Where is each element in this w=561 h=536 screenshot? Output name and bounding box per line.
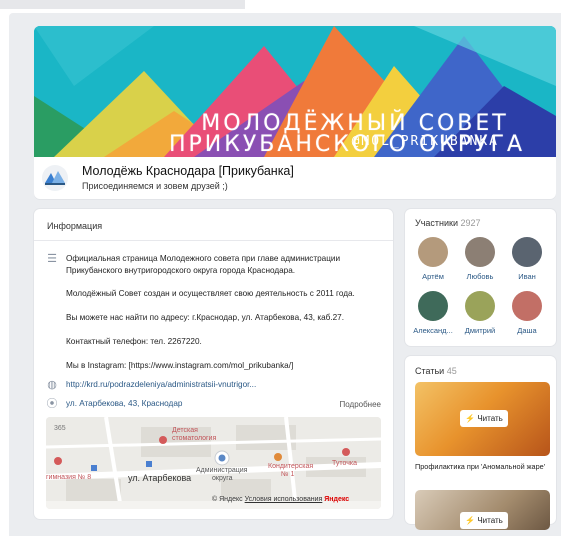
member-item[interactable]: Дмитрий <box>458 291 502 335</box>
members-card: Участники 2927 Артём Любовь Иван Алексан… <box>405 209 556 346</box>
read-button[interactable]: ⚡ Читать <box>460 410 508 427</box>
articles-title[interactable]: Статьи 45 <box>415 366 457 376</box>
members-label: Участники <box>415 218 458 228</box>
description-line: Контактный телефон: тел. 2267220. <box>66 337 202 346</box>
map-copyright: © Яндекс <box>212 496 243 503</box>
member-item[interactable]: Даша <box>505 291 549 335</box>
more-link[interactable]: Подробнее <box>340 400 382 409</box>
divider <box>34 240 393 241</box>
group-name[interactable]: Молодёжь Краснодара [Прикубанка] <box>82 164 294 178</box>
member-item[interactable]: Александ... <box>411 291 455 335</box>
member-name: Дмитрий <box>464 326 496 335</box>
group-status: Присоединяемся и зовем друзей ;) <box>82 181 228 191</box>
member-name: Иван <box>518 272 536 281</box>
map-label: округа <box>212 475 233 482</box>
member-name: Любовь <box>466 272 494 281</box>
members-count: 2927 <box>460 218 481 228</box>
map-label: гимназия № 8 <box>46 474 92 481</box>
group-logo-icon <box>45 171 65 185</box>
location-map[interactable]: Детская стоматология Администрация округ… <box>46 417 381 509</box>
read-button[interactable]: ⚡ Читать <box>460 512 508 529</box>
read-label: Читать <box>477 516 503 525</box>
read-label: Читать <box>477 414 503 423</box>
yandex-logo: Яндекс <box>324 496 350 503</box>
top-strip <box>0 0 245 9</box>
map-label: Туточка <box>332 460 358 467</box>
info-card: Информация ☰ Официальная страница Молоде… <box>34 209 393 519</box>
map-label: Кондитерская <box>268 463 314 470</box>
member-item[interactable]: Артём <box>411 237 455 281</box>
location-pin-icon: ⦿ <box>46 398 58 410</box>
member-avatar <box>465 237 495 267</box>
map-label: № 1 <box>281 471 295 478</box>
map-label: стоматология <box>172 435 217 442</box>
member-avatar <box>465 291 495 321</box>
member-avatar <box>418 291 448 321</box>
description-line: Вы можете нас найти по адресу: г.Краснод… <box>66 313 344 322</box>
member-name: Даша <box>517 326 537 335</box>
member-name: Артём <box>422 272 444 281</box>
cover-hashtag: @MOL_PRIKUBANKA <box>351 134 499 149</box>
map-footer: © Яндекс Условия использования Яндекс <box>212 496 349 503</box>
articles-card: Статьи 45 ⚡ Читать Профилактика при 'Ано… <box>405 356 556 530</box>
article-cover[interactable]: ⚡ Читать <box>415 490 550 530</box>
address-link[interactable]: ул. Атарбекова, 43, Краснодар <box>66 398 182 410</box>
website-link[interactable]: http://krd.ru/podrazdeleniya/administrat… <box>66 379 256 391</box>
description-icon: ☰ <box>47 253 57 265</box>
info-title[interactable]: Информация <box>47 221 102 231</box>
members-title[interactable]: Участники 2927 <box>415 218 481 228</box>
instagram-line[interactable]: Мы в Instagram: [https://www.instagram.c… <box>66 360 293 372</box>
description-line: Молодёжный Совет создан и осуществляет с… <box>66 289 355 298</box>
member-avatar <box>512 237 542 267</box>
map-label: 365 <box>54 425 66 432</box>
globe-icon: ◍ <box>47 379 57 391</box>
map-terms-link[interactable]: Условия использования <box>245 496 323 503</box>
member-avatar <box>418 237 448 267</box>
member-avatar <box>512 291 542 321</box>
map-label: Детская <box>172 427 198 434</box>
article-title[interactable]: Профилактика при 'Аномальной жаре' <box>415 462 550 471</box>
description-line: Прикубанского внутригородского округа го… <box>66 266 296 275</box>
member-name: Александ... <box>413 326 453 335</box>
group-avatar[interactable] <box>42 165 68 191</box>
articles-label: Статьи <box>415 366 445 376</box>
group-header: Молодёжь Краснодара [Прикубанка] Присоед… <box>34 157 556 199</box>
map-label: Администрация <box>196 467 248 474</box>
member-item[interactable]: Любовь <box>458 237 502 281</box>
description-line: Официальная страница Молодежного совета … <box>66 254 341 263</box>
member-item[interactable]: Иван <box>505 237 549 281</box>
article-cover[interactable]: ⚡ Читать <box>415 382 550 456</box>
map-street-label: ул. Атарбекова <box>128 473 192 483</box>
articles-count: 45 <box>446 366 457 376</box>
